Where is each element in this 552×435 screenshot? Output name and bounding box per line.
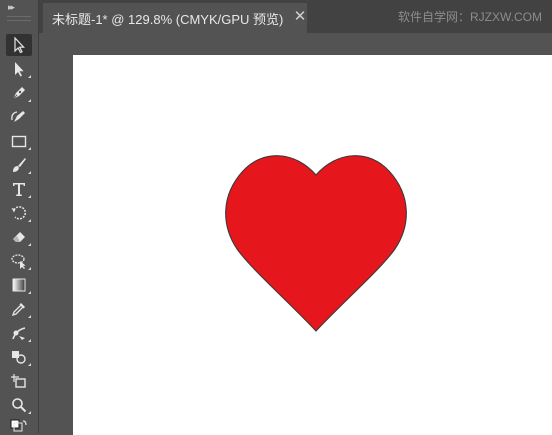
rectangle-tool-icon[interactable] xyxy=(6,130,32,152)
collapse-panel-icon[interactable]: ▸▸ xyxy=(8,2,15,13)
rotate-tool-icon[interactable] xyxy=(6,202,32,224)
heart-shape[interactable] xyxy=(73,55,552,435)
fill-stroke-swap-icon[interactable] xyxy=(6,418,32,433)
type-tool-icon[interactable] xyxy=(6,178,32,200)
tools-panel: ▸▸ xyxy=(0,0,39,433)
eraser-tool-icon[interactable] xyxy=(6,226,32,248)
pen-tool-icon[interactable] xyxy=(6,82,32,104)
lasso-tool-icon[interactable] xyxy=(6,250,32,272)
paintbrush-tool-icon[interactable] xyxy=(6,154,32,176)
artboard[interactable] xyxy=(73,55,552,435)
artboard-tool-icon[interactable] xyxy=(6,370,32,392)
zoom-tool-icon[interactable] xyxy=(6,394,32,416)
blend-tool-icon[interactable] xyxy=(6,322,32,344)
direct-selection-tool-icon[interactable] xyxy=(6,58,32,80)
curvature-tool-icon[interactable] xyxy=(6,106,32,128)
canvas-area[interactable] xyxy=(39,33,552,435)
gradient-tool-icon[interactable] xyxy=(6,274,32,296)
watermark-text: 软件自学网：RJZXW.COM xyxy=(398,10,542,24)
panel-grip[interactable] xyxy=(7,16,31,21)
selection-tool-icon[interactable] xyxy=(6,34,32,56)
eyedropper-tool-icon[interactable] xyxy=(6,298,32,320)
shape-builder-tool-icon[interactable] xyxy=(6,346,32,368)
document-tab-title: 未标题-1* @ 129.8% (CMYK/GPU 预览) xyxy=(52,11,284,27)
document-tab[interactable]: 未标题-1* @ 129.8% (CMYK/GPU 预览) ✕ xyxy=(43,3,307,33)
document-tab-bar: 未标题-1* @ 129.8% (CMYK/GPU 预览) ✕ 软件自学网：RJ… xyxy=(39,0,552,33)
close-icon[interactable]: ✕ xyxy=(293,9,307,24)
